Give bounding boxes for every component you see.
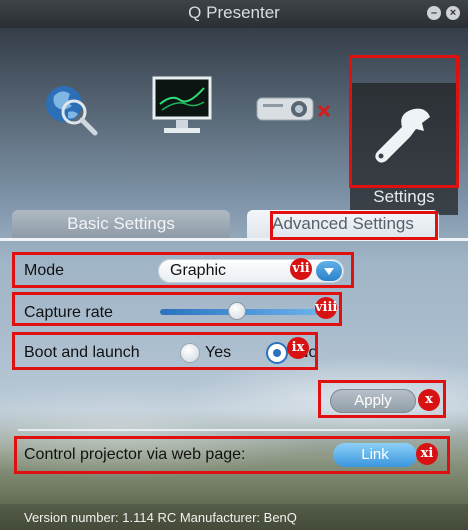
- version-info: Version number: 1.114 RC Manufacturer: B…: [24, 510, 297, 525]
- marker-vii-badge: vii: [290, 258, 312, 280]
- window-title: Q Presenter: [188, 3, 280, 22]
- title-bar: Q Presenter – ×: [0, 0, 468, 28]
- monitor-icon[interactable]: [150, 74, 214, 144]
- marker-viii-badge: viii: [315, 297, 337, 319]
- globe-search-icon[interactable]: [40, 78, 100, 138]
- web-control-highlight-box: [14, 436, 450, 474]
- minimize-button[interactable]: –: [427, 6, 441, 20]
- marker-xi-badge: xi: [416, 443, 438, 465]
- advanced-tab-highlight-box: [270, 211, 438, 240]
- boot-launch-highlight-box: [12, 332, 318, 370]
- qpresenter-window: Q Presenter – × Settings Basic Settings …: [0, 0, 468, 530]
- settings-label: Settings: [373, 187, 435, 206]
- close-icon: ×: [449, 7, 457, 19]
- minimize-icon: –: [430, 7, 438, 19]
- capture-rate-highlight-box: [12, 292, 342, 326]
- close-button[interactable]: ×: [446, 6, 460, 20]
- projector-icon[interactable]: [255, 88, 335, 128]
- settings-highlight-box: [349, 55, 459, 188]
- marker-ix-badge: ix: [287, 337, 309, 359]
- marker-x-badge: x: [418, 389, 440, 411]
- section-divider: [18, 429, 450, 431]
- tab-basic-settings[interactable]: Basic Settings: [12, 210, 230, 238]
